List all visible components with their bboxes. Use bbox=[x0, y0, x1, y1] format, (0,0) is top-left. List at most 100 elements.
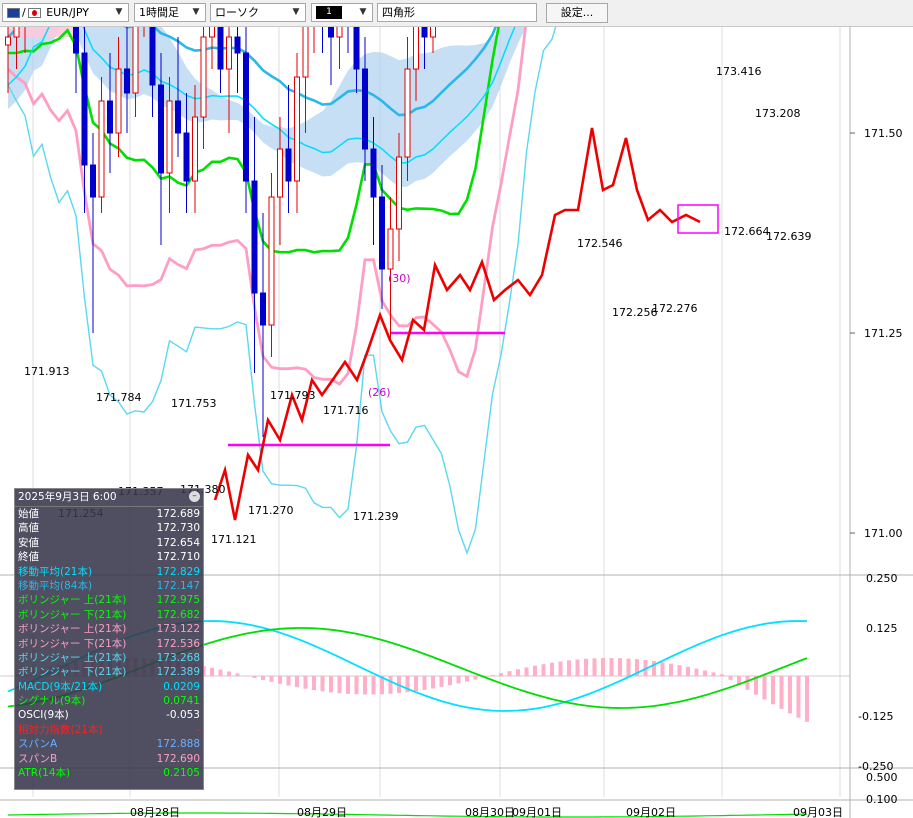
candle-body bbox=[243, 52, 249, 182]
settings-button[interactable]: 設定... bbox=[546, 3, 608, 23]
data-window-row: MACD(9本/21本) 0.0209 bbox=[15, 680, 203, 694]
macd-histogram-bar bbox=[507, 671, 512, 677]
macd-histogram-bar bbox=[779, 676, 784, 709]
timeframe-select[interactable]: 1時間足 ▼ bbox=[134, 3, 206, 22]
data-window-row-label: ボリンジャー 上(21本) bbox=[18, 623, 127, 636]
symbol-label: EUR/JPY bbox=[46, 6, 89, 19]
data-window-row-value: 173.268 bbox=[156, 651, 200, 664]
price-annotation: 171.753 bbox=[171, 397, 217, 410]
price-annotation: 172.546 bbox=[577, 237, 623, 250]
macd-histogram-bar bbox=[771, 676, 775, 705]
macd-histogram-bar bbox=[490, 675, 495, 677]
macd-histogram-bar bbox=[303, 676, 308, 689]
date-label: 09月03日 bbox=[793, 806, 843, 818]
candle-body bbox=[260, 292, 266, 326]
atr-tick-label: 0.100 bbox=[866, 793, 898, 806]
data-window-row: 終値 172.710 bbox=[15, 550, 203, 564]
chevron-down-icon: ▼ bbox=[192, 7, 200, 17]
data-window-row-label: ボリンジャー 下(21本) bbox=[18, 666, 127, 679]
macd-histogram-bar bbox=[244, 675, 248, 677]
macd-histogram-bar bbox=[601, 658, 605, 677]
macd-histogram-bar bbox=[550, 662, 554, 677]
macd-histogram-bar bbox=[677, 665, 682, 677]
chart-style-select[interactable]: ローソク ▼ bbox=[210, 3, 306, 22]
macd-histogram-bar bbox=[567, 660, 571, 677]
candle bbox=[328, 27, 334, 85]
candle-body bbox=[362, 68, 368, 150]
rsi-line bbox=[213, 127, 701, 521]
toolbar: / EUR/JPY ▼ 1時間足 ▼ ローソク ▼ 1 ▼ 四角形 設定... bbox=[0, 0, 913, 27]
chevron-down-icon: ▼ bbox=[115, 7, 123, 17]
candle-body bbox=[115, 68, 122, 134]
data-window-row: ボリンジャー 下(21本) 172.389 bbox=[15, 665, 203, 679]
macd-tick-label: 0.250 bbox=[866, 572, 898, 585]
candle bbox=[149, 27, 156, 117]
data-window-row-label: MACD(9本/21本) bbox=[18, 680, 103, 693]
macd-histogram-bar bbox=[465, 676, 469, 682]
minimize-icon[interactable]: – bbox=[189, 491, 200, 502]
data-window-row-value: - bbox=[196, 723, 200, 736]
candle-body bbox=[107, 100, 113, 134]
data-window-row: 安値 172.654 bbox=[15, 536, 203, 550]
price-annotation: 173.416 bbox=[716, 65, 762, 78]
candle bbox=[313, 27, 315, 53]
data-window-row: ATR(14本) 0.2105 bbox=[15, 766, 203, 780]
macd-histogram-bar bbox=[227, 671, 231, 677]
candle-body bbox=[328, 27, 334, 38]
candle-body bbox=[404, 68, 411, 158]
date-label: 08月28日 bbox=[130, 806, 180, 818]
line-width-select[interactable]: 1 ▼ bbox=[311, 3, 373, 22]
symbol-select[interactable]: / EUR/JPY ▼ bbox=[2, 3, 129, 22]
line-width-swatch: 1 bbox=[316, 5, 342, 19]
data-window-row-value: 172.975 bbox=[156, 594, 200, 607]
data-window[interactable]: 2025年9月3日 6:00 – 始値 172.689 高値 172.730 安値 172… bbox=[14, 488, 204, 790]
chevron-down-icon: ▼ bbox=[292, 7, 300, 17]
data-window-row-label: 安値 bbox=[18, 536, 39, 549]
macd-histogram-bar bbox=[414, 676, 418, 692]
price-annotation: 172.256 bbox=[612, 306, 658, 319]
macd-tick-label: 0.125 bbox=[866, 622, 898, 635]
candle-body bbox=[353, 27, 360, 70]
candle bbox=[132, 27, 139, 117]
candle-body bbox=[277, 148, 283, 198]
macd-histogram-bar bbox=[558, 661, 563, 677]
data-window-row: ボリンジャー 上(21本) 173.122 bbox=[15, 622, 203, 636]
macd-histogram-bar bbox=[286, 676, 291, 686]
candle bbox=[430, 27, 436, 53]
candle-body bbox=[251, 180, 258, 294]
candle bbox=[302, 27, 309, 133]
macd-histogram-bar bbox=[609, 658, 614, 677]
data-window-rows: 始値 172.689 高値 172.730 安値 172.654 終値 172.710 移動平均… bbox=[15, 507, 203, 780]
macd-histogram-bar bbox=[592, 658, 597, 677]
data-window-row-label: 高値 bbox=[18, 522, 39, 535]
price-annotation: 171.239 bbox=[353, 510, 399, 523]
price-tick-label: 171.25 bbox=[864, 327, 903, 340]
price-annotation: 171.716 bbox=[323, 404, 369, 417]
macd-histogram-bar bbox=[499, 673, 503, 677]
price-annotation: 171.121 bbox=[211, 533, 257, 546]
macd-histogram-bar bbox=[456, 676, 461, 684]
data-window-row-value: 172.682 bbox=[156, 608, 200, 621]
selection-rectangle[interactable] bbox=[677, 204, 719, 234]
candle-body bbox=[387, 228, 394, 270]
candle-body bbox=[192, 116, 198, 182]
shape-select[interactable]: 四角形 bbox=[377, 3, 537, 22]
macd-histogram-bar bbox=[541, 664, 546, 677]
candle-body bbox=[98, 100, 105, 198]
price-annotation: 173.208 bbox=[755, 107, 801, 120]
data-window-row-value: 172.536 bbox=[156, 637, 200, 650]
data-window-row: 相対力指数(21本) - bbox=[15, 723, 203, 737]
candle bbox=[217, 27, 224, 93]
candle-body bbox=[175, 100, 181, 134]
data-window-row-value: 0.2105 bbox=[163, 767, 200, 780]
macd-histogram-bar bbox=[762, 676, 767, 700]
macd-histogram-bar bbox=[439, 676, 444, 687]
candle-body bbox=[13, 27, 20, 38]
price-annotation: 172.276 bbox=[652, 302, 698, 315]
candle-body bbox=[294, 76, 300, 182]
data-window-row-value: 0.0209 bbox=[163, 680, 200, 693]
candle bbox=[200, 27, 207, 149]
macd-histogram-bar bbox=[516, 669, 520, 677]
data-window-row: シグナル(9本) 0.0741 bbox=[15, 694, 203, 708]
macd-histogram-bar bbox=[6, 676, 10, 677]
